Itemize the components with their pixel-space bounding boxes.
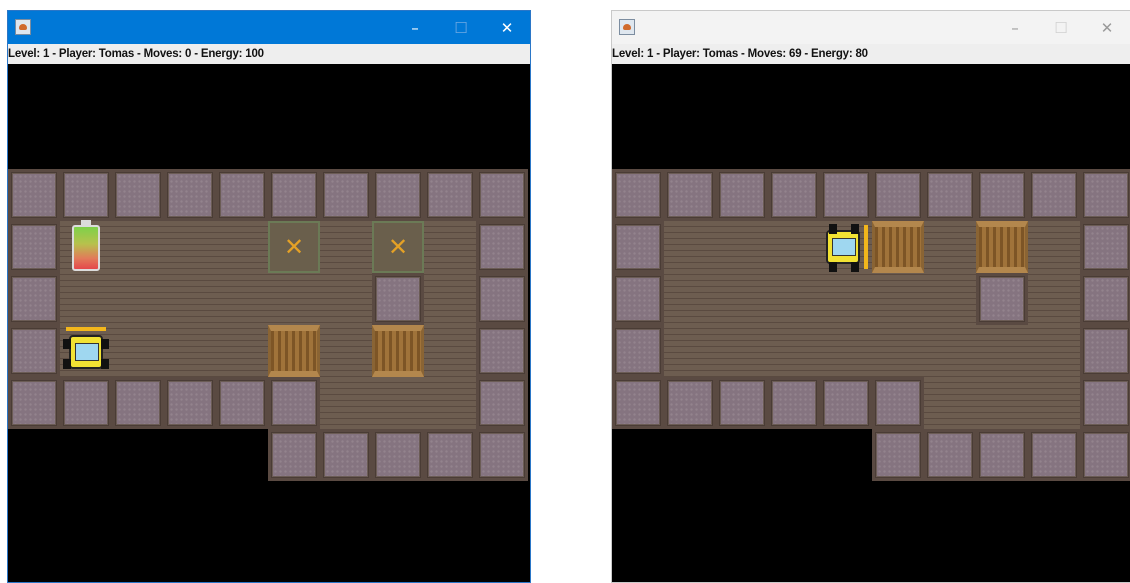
- maximize-button[interactable]: ☐: [1038, 11, 1084, 44]
- wall-tile: [1080, 169, 1130, 221]
- wall-tile: [872, 377, 924, 429]
- title-bar[interactable]: – ☐ ✕: [8, 11, 530, 44]
- forklift-player-icon: [820, 221, 872, 273]
- crate-box: [976, 221, 1028, 273]
- wall-tile: [1080, 325, 1130, 377]
- wall-tile: [268, 429, 320, 481]
- wall-tile: [424, 429, 476, 481]
- wall-tile: [664, 169, 716, 221]
- wall-tile: [268, 169, 320, 221]
- wall-tile: [476, 377, 528, 429]
- wall-tile: [164, 377, 216, 429]
- wall-tile: [320, 429, 372, 481]
- java-cup-icon[interactable]: [619, 19, 635, 35]
- wall-tile: [268, 377, 320, 429]
- wall-tile: [1028, 429, 1080, 481]
- wall-tile: [612, 325, 664, 377]
- wall-tile: [60, 377, 112, 429]
- floor: [924, 377, 1080, 429]
- maximize-button[interactable]: ☐: [438, 11, 484, 44]
- wall-tile: [924, 169, 976, 221]
- wall-tile: [1080, 273, 1130, 325]
- forklift-player-icon: [60, 325, 112, 377]
- battery-icon: [72, 220, 100, 271]
- wall-tile: [372, 169, 424, 221]
- wall-tile: [320, 169, 372, 221]
- target-tile: ✕: [268, 221, 320, 273]
- wall-tile: [8, 325, 60, 377]
- wall-tile: [8, 273, 60, 325]
- wall-tile: [872, 429, 924, 481]
- wall-tile: [872, 169, 924, 221]
- wall-tile: [424, 169, 476, 221]
- target-x-icon: ✕: [283, 233, 305, 261]
- java-cup-icon[interactable]: [15, 19, 31, 35]
- title-bar[interactable]: – ☐ ✕: [612, 11, 1130, 44]
- wall-tile: [476, 169, 528, 221]
- close-button[interactable]: ✕: [1084, 11, 1130, 44]
- wall-tile: [1080, 221, 1130, 273]
- wall-tile: [612, 377, 664, 429]
- floor: [60, 221, 424, 377]
- wall-tile: [476, 325, 528, 377]
- game-board[interactable]: [612, 64, 1130, 582]
- wall-tile: [8, 169, 60, 221]
- status-label: Level: 1 - Player: Tomas - Moves: 69 - E…: [612, 44, 1130, 64]
- wall-tile: [112, 169, 164, 221]
- wall-tile: [1028, 169, 1080, 221]
- crate-box: [372, 325, 424, 377]
- wall-tile: [664, 377, 716, 429]
- wall-tile: [216, 169, 268, 221]
- wall-tile: [716, 377, 768, 429]
- wall-tile: [976, 169, 1028, 221]
- minimize-button[interactable]: –: [992, 11, 1038, 44]
- wall-tile: [768, 169, 820, 221]
- crate-box: [872, 221, 924, 273]
- wall-tile: [372, 429, 424, 481]
- wall-tile: [476, 273, 528, 325]
- wall-tile: [976, 429, 1028, 481]
- floor: [424, 221, 476, 377]
- close-button[interactable]: ✕: [484, 11, 530, 44]
- wall-tile: [612, 273, 664, 325]
- wall-tile: [976, 273, 1028, 325]
- status-label: Level: 1 - Player: Tomas - Moves: 0 - En…: [8, 44, 530, 64]
- target-tile: ✕: [372, 221, 424, 273]
- wall-tile: [8, 221, 60, 273]
- wall-tile: [924, 429, 976, 481]
- wall-tile: [716, 169, 768, 221]
- crate-box: [268, 325, 320, 377]
- wall-tile: [164, 169, 216, 221]
- game-window-after: – ☐ ✕ Level: 1 - Player: Tomas - Moves: …: [611, 10, 1130, 583]
- wall-tile: [8, 377, 60, 429]
- wall-tile: [60, 169, 112, 221]
- wall-tile: [612, 221, 664, 273]
- wall-tile: [820, 377, 872, 429]
- game-window-before: – ☐ ✕ Level: 1 - Player: Tomas - Moves: …: [7, 10, 531, 583]
- wall-tile: [112, 377, 164, 429]
- wall-tile: [476, 429, 528, 481]
- floor: [320, 377, 476, 429]
- wall-tile: [216, 377, 268, 429]
- wall-tile: [372, 273, 424, 325]
- minimize-button[interactable]: –: [392, 11, 438, 44]
- wall-tile: [1080, 429, 1130, 481]
- wall-tile: [1080, 377, 1130, 429]
- game-board[interactable]: ✕ ✕: [8, 64, 530, 582]
- wall-tile: [820, 169, 872, 221]
- wall-tile: [768, 377, 820, 429]
- target-x-icon: ✕: [387, 233, 409, 261]
- wall-tile: [612, 169, 664, 221]
- wall-tile: [476, 221, 528, 273]
